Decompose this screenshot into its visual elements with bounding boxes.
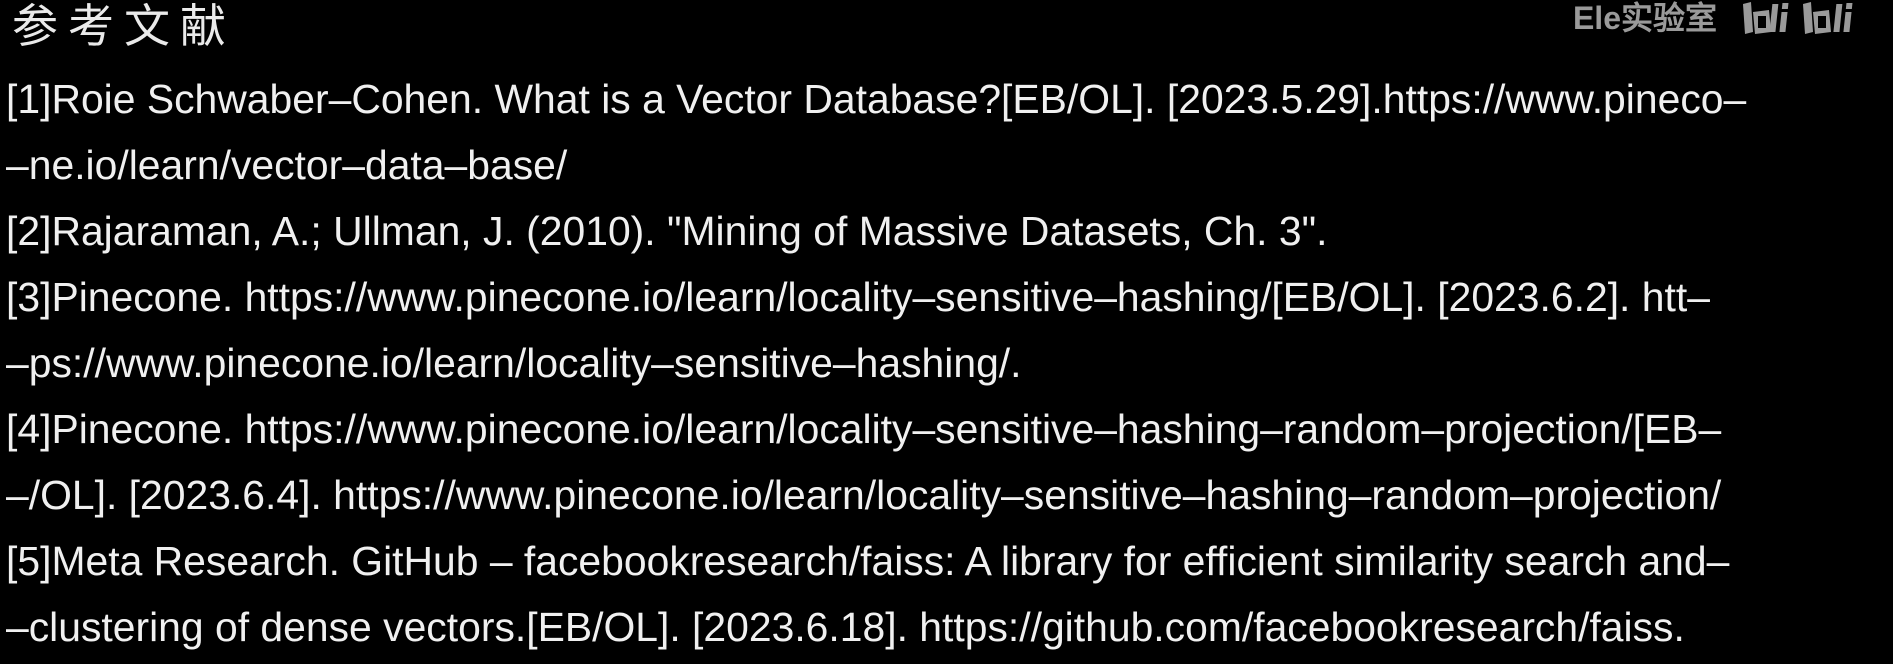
reference-line: [4]Pinecone. https://www.pinecone.io/lea… xyxy=(6,406,1722,452)
reference-line: [2]Rajaraman, A.; Ullman, J. (2010). "Mi… xyxy=(6,208,1328,254)
reference-item: [4]Pinecone. https://www.pinecone.io/lea… xyxy=(6,396,1890,528)
reference-item: [5]Meta Research. GitHub – facebookresea… xyxy=(6,528,1890,660)
reference-line: [1]Roie Schwaber–Cohen. What is a Vector… xyxy=(6,76,1747,122)
reference-item: [1]Roie Schwaber–Cohen. What is a Vector… xyxy=(6,66,1890,198)
reference-line: [3]Pinecone. https://www.pinecone.io/lea… xyxy=(6,274,1710,320)
reference-line: –ne.io/learn/vector–data–base/ xyxy=(6,142,568,188)
reference-line: –clustering of dense vectors.[EB/OL]. [2… xyxy=(6,604,1685,650)
reference-item: [2]Rajaraman, A.; Ullman, J. (2010). "Mi… xyxy=(6,198,1890,264)
page-title: 参考文献 xyxy=(12,0,236,53)
bilibili-logo-icon xyxy=(1739,0,1879,38)
channel-name: Ele实验室 xyxy=(1572,0,1717,36)
reference-item: [3]Pinecone. https://www.pinecone.io/lea… xyxy=(6,264,1890,396)
reference-line: –ps://www.pinecone.io/learn/locality–sen… xyxy=(6,340,1022,386)
reference-line: [5]Meta Research. GitHub – facebookresea… xyxy=(6,538,1730,584)
reference-line: –/OL]. [2023.6.4]. https://www.pinecone.… xyxy=(6,472,1722,518)
reference-list: [1]Roie Schwaber–Cohen. What is a Vector… xyxy=(6,66,1890,660)
watermark: Ele实验室 xyxy=(1573,0,1879,38)
